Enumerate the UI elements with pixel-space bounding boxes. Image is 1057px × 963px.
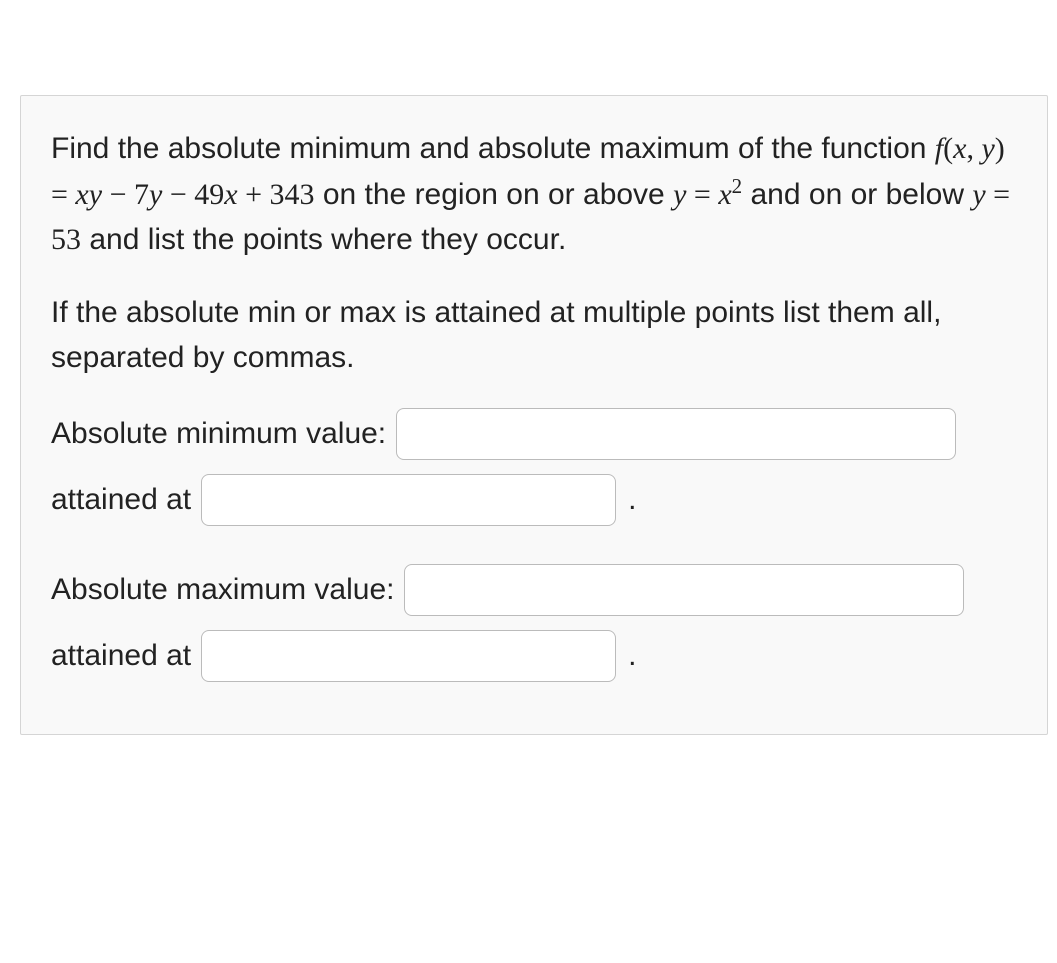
text-segment: on the region on or above: [314, 178, 673, 211]
max-value-label: Absolute maximum value:: [51, 573, 394, 607]
question-paragraph-1: Find the absolute minimum and absolute m…: [51, 126, 1017, 262]
min-value-label: Absolute minimum value:: [51, 417, 386, 451]
min-attained-input[interactable]: [201, 474, 616, 526]
min-attained-row: attained at .: [51, 474, 1017, 526]
question-paragraph-2: If the absolute min or max is attained a…: [51, 290, 1017, 380]
max-value-row: Absolute maximum value:: [51, 564, 1017, 616]
max-value-input[interactable]: [404, 564, 964, 616]
question-container: Find the absolute minimum and absolute m…: [20, 95, 1048, 735]
min-value-row: Absolute minimum value:: [51, 408, 1017, 460]
text-segment: Find the absolute minimum and absolute m…: [51, 132, 935, 165]
max-attained-label: attained at: [51, 639, 191, 673]
period: .: [626, 483, 636, 517]
period: .: [626, 639, 636, 673]
min-value-input[interactable]: [396, 408, 956, 460]
max-attained-row: attained at .: [51, 630, 1017, 682]
text-segment: and list the points where they occur.: [81, 223, 566, 256]
min-attained-label: attained at: [51, 483, 191, 517]
max-attained-input[interactable]: [201, 630, 616, 682]
text-segment: and on or below: [742, 178, 972, 211]
math-eq1: y = x2: [673, 178, 742, 211]
